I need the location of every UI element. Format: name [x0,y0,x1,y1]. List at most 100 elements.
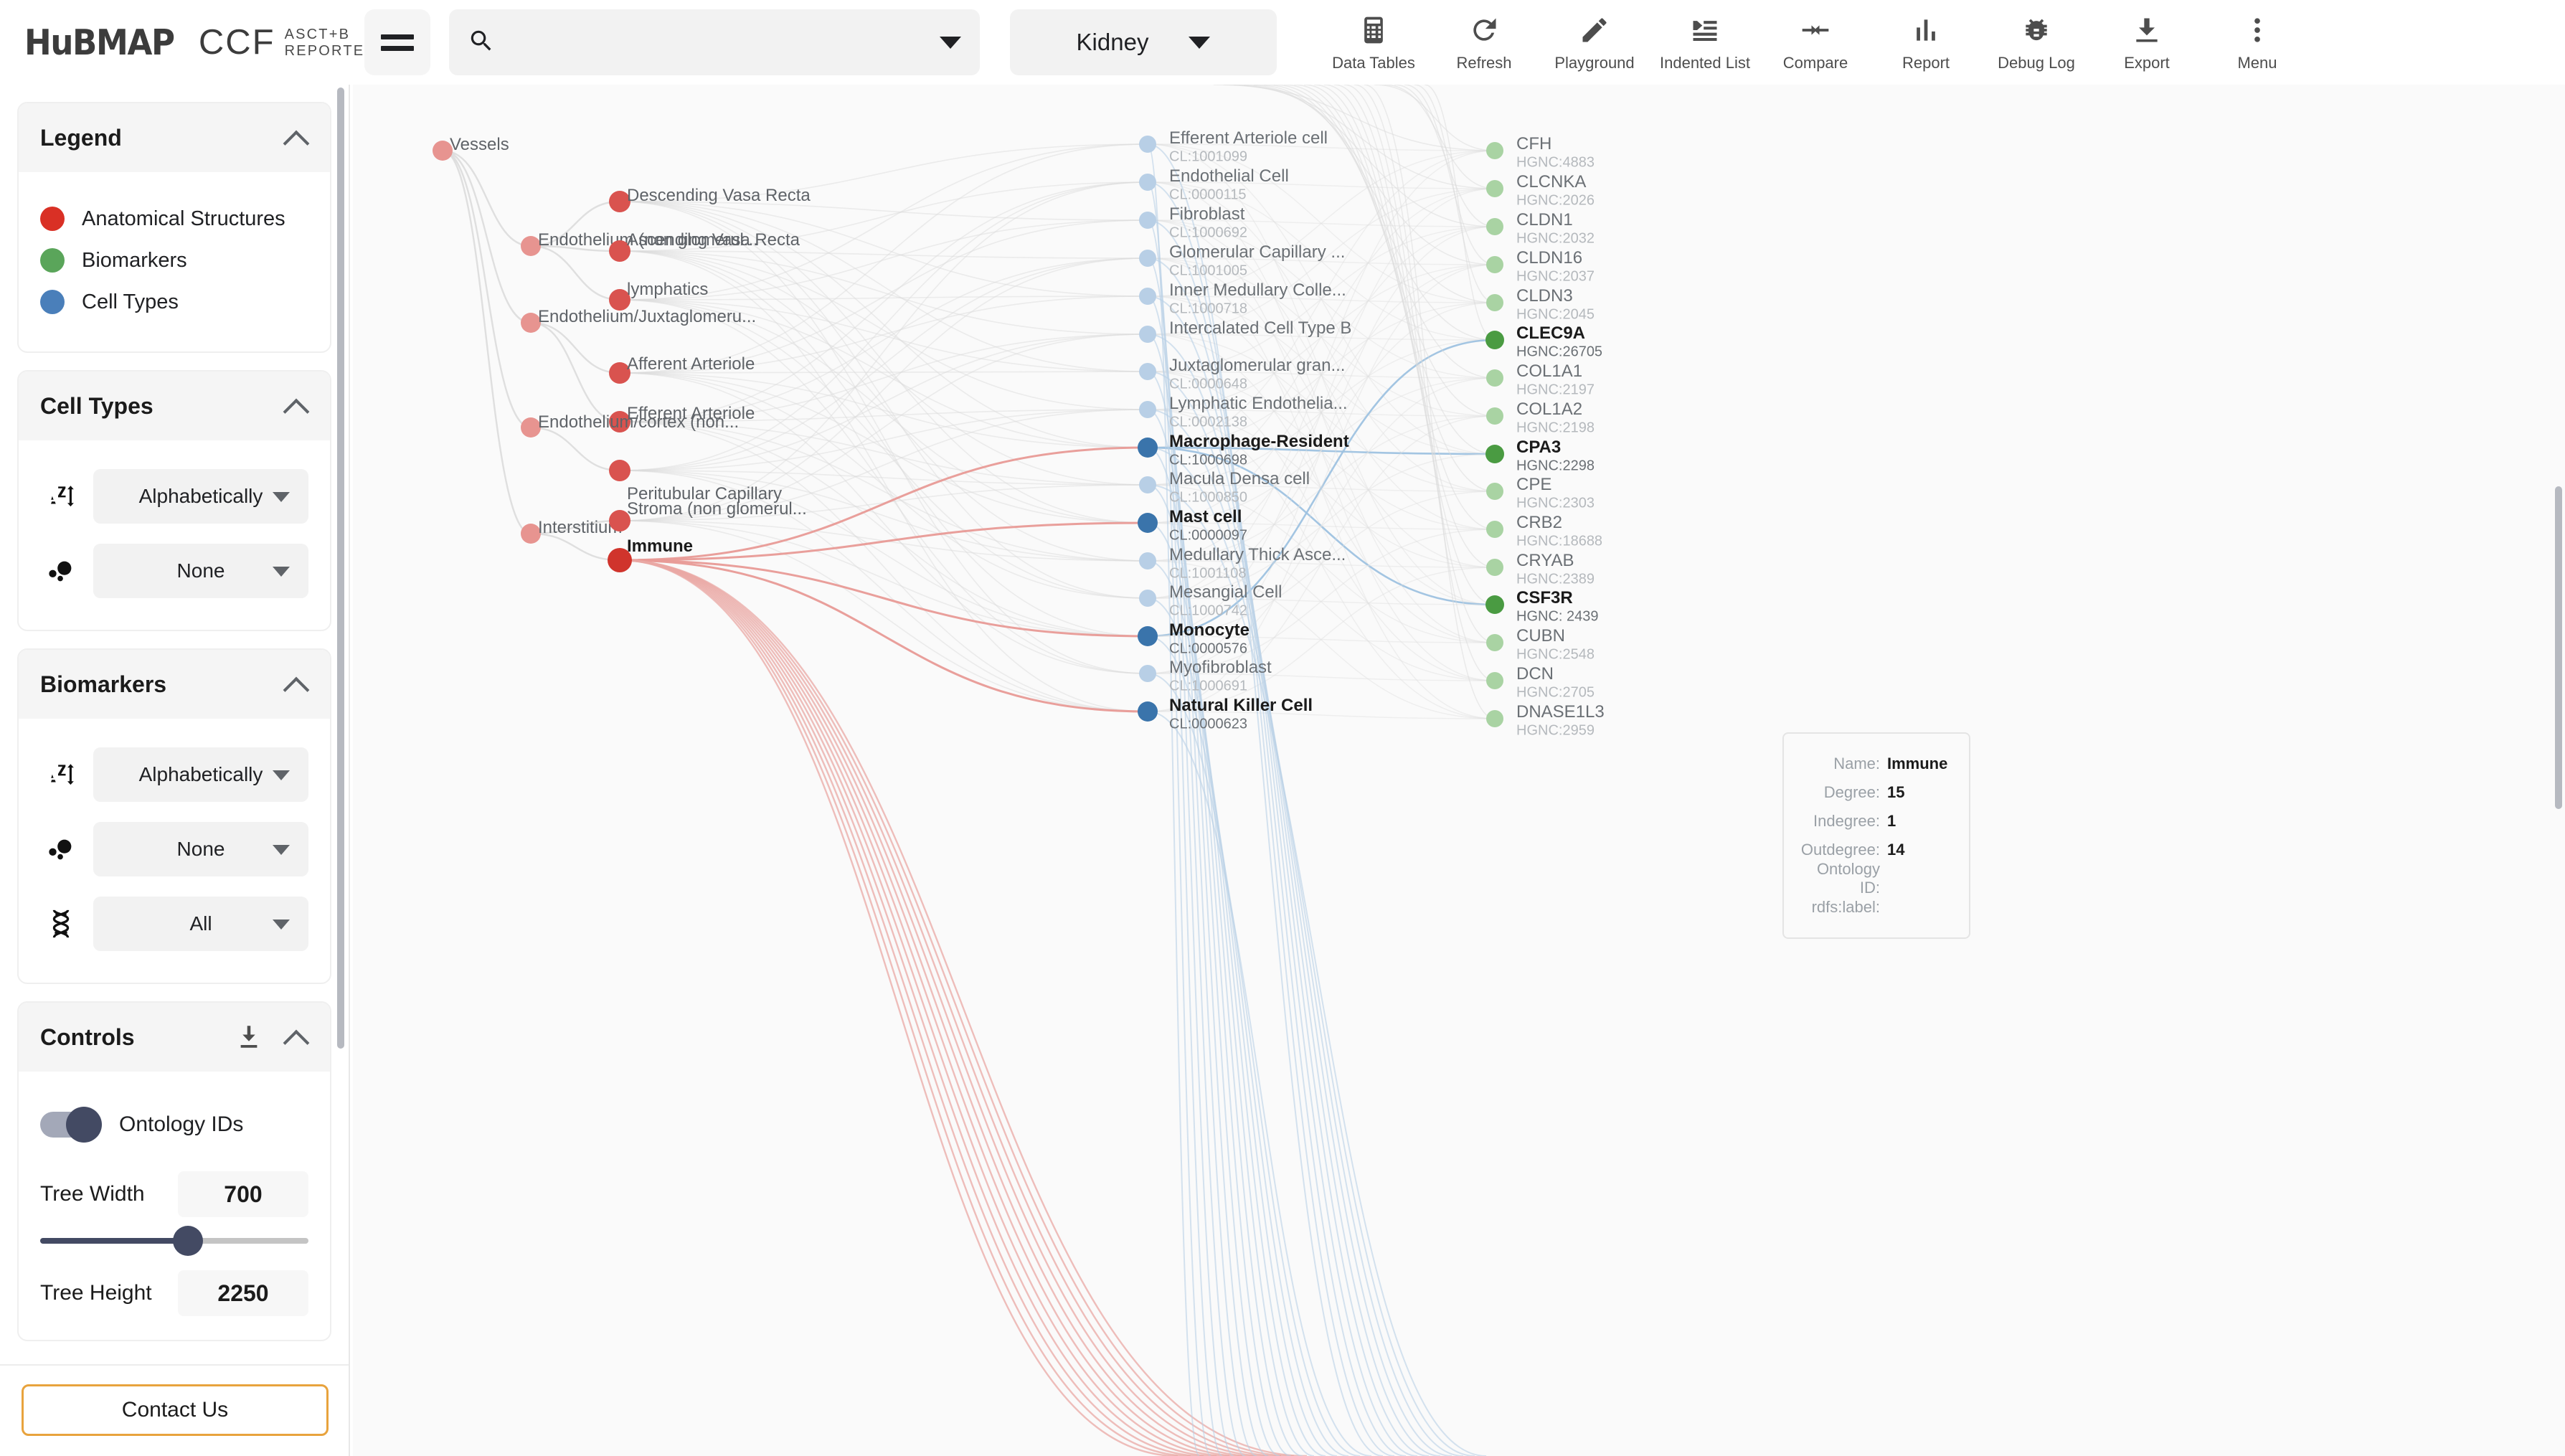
graph-edge [619,520,1148,712]
graph-edge [530,321,620,423]
contact-us-button[interactable]: Contact Us [22,1384,329,1436]
graph-edge [619,201,1148,674]
cell-types-panel-header[interactable]: Cell Types [19,372,330,440]
hamburger-icon[interactable] [364,9,430,75]
download-icon[interactable] [234,1022,264,1052]
node-bullet[interactable] [1139,665,1156,682]
node-bullet[interactable] [1138,513,1158,533]
cell-types-size-select[interactable]: None [93,544,308,598]
node-bullet[interactable] [1486,294,1503,311]
chevron-up-icon[interactable] [284,394,308,418]
node-label: Glomerular Capillary ... [1169,242,1346,262]
node-bullet[interactable] [1485,445,1504,463]
node-label: Mesangial Cell [1169,582,1282,602]
node-bullet[interactable] [1139,401,1156,418]
node-bullet[interactable] [1486,521,1503,538]
data-tables-button[interactable]: Data Tables [1318,5,1429,80]
node-bullet[interactable] [1139,288,1156,305]
slider-thumb[interactable] [172,1226,203,1256]
biomarkers-sort-select[interactable]: Alphabetically [93,747,308,802]
node-bullet[interactable] [1139,552,1156,569]
graph-edge [619,421,1148,637]
debug-log-button[interactable]: Debug Log [1981,5,2092,80]
ontology-ids-row: Ontology IDs [40,1090,308,1159]
node-bullet[interactable] [1486,710,1503,727]
node-bullet[interactable] [1486,180,1503,197]
legend-item-cell-types: Cell Types [40,281,308,323]
chevron-up-icon[interactable] [284,1025,308,1049]
node-bullet[interactable] [1486,634,1503,651]
indented-list-button[interactable]: Indented List [1650,5,1760,80]
node-ontology-id: HGNC:2032 [1516,230,1595,247]
node-bullet[interactable] [1486,407,1503,425]
node-bullet[interactable] [1139,174,1156,191]
app-logo[interactable]: HuBMAP CCF ASCT+B REPORTER [0,0,375,85]
chevron-up-icon[interactable] [284,126,308,150]
legend-color-swatch [40,248,65,273]
node-bullet[interactable] [1486,218,1503,235]
biomarkers-size-select[interactable]: None [93,822,308,876]
tree-height-value[interactable]: 2250 [178,1270,308,1316]
refresh-button[interactable]: Refresh [1429,5,1539,80]
tooltip-row: rdfs:label: [1794,893,1953,922]
node-bullet[interactable] [1138,701,1158,722]
node-bullet[interactable] [1139,363,1156,380]
hamburger-bar [381,34,414,39]
node-bullet[interactable] [1486,483,1503,500]
node-bullet[interactable] [1485,595,1504,614]
biomarkers-panel-header[interactable]: Biomarkers [19,650,330,719]
node-bullet[interactable] [1138,626,1158,646]
cell-types-sort-select[interactable]: Alphabetically [93,469,308,524]
controls-panel-header[interactable]: Controls [19,1003,330,1072]
graph-canvas[interactable]: Vessels Endothelium (non glomerul... Desce… [353,85,2565,1456]
export-button[interactable]: Export [2092,5,2202,80]
playground-button[interactable]: Playground [1539,5,1650,80]
tooltip-value: 15 [1887,783,1905,801]
controls-panel-body: Ontology IDs Tree Width 700 Tree Height [19,1072,330,1340]
node-bullet[interactable] [1486,672,1503,689]
tree-width-value[interactable]: 700 [178,1171,308,1217]
graph-edge [530,245,620,301]
node-bullet[interactable] [1486,369,1503,387]
node-tooltip: Name: Immune Degree: 15 Indegree: 1 Outdegree:… [1782,732,1970,939]
report-button[interactable]: Report [1871,5,1981,80]
biomarkers-type-select[interactable]: All [93,897,308,951]
search-input[interactable] [509,30,940,55]
node-bullet[interactable] [1485,331,1504,349]
node-bullet[interactable] [1138,438,1158,458]
ontology-ids-toggle[interactable] [40,1107,102,1143]
legend-panel: Legend Anatomical Structures Biomarkers … [17,102,331,353]
chevron-down-icon[interactable] [940,36,961,49]
node-label: Juxtaglomerular gran... [1169,356,1346,375]
legend-panel-header[interactable]: Legend [19,103,330,172]
tree-height-head: Tree Height 2250 [40,1268,308,1318]
graph-edge [530,426,620,472]
sidebar-scrollbar[interactable] [337,88,344,1049]
tree-width-slider[interactable] [40,1226,308,1256]
node-label: CLDN3 [1516,286,1573,306]
node-bullet[interactable] [1486,256,1503,273]
overflow-menu-button[interactable]: Menu [2202,5,2313,80]
chevron-up-icon[interactable] [284,672,308,696]
node-bullet[interactable] [1486,559,1503,576]
node-label: Descending Vasa Recta [627,186,811,205]
node-bullet[interactable] [1139,326,1156,343]
node-bullet[interactable] [1139,212,1156,229]
node-ontology-id: CL:0000097 [1169,527,1247,544]
search-field-wrapper[interactable] [449,9,980,75]
compare-button[interactable]: Compare [1760,5,1871,80]
node-ontology-id: HGNC: 2439 [1516,608,1599,625]
legend-title: Legend [40,124,122,151]
node-label: Myofibroblast [1169,658,1272,677]
data-tables-label: Data Tables [1332,54,1415,72]
organ-selector[interactable]: Kidney [1010,9,1277,75]
node-bullet[interactable] [609,460,630,481]
node-bullet[interactable] [1139,476,1156,493]
node-bullet[interactable] [1139,136,1156,153]
node-bullet[interactable] [1486,142,1503,159]
node-bullet[interactable] [1139,250,1156,267]
node-bullet[interactable] [1139,590,1156,607]
cell-types-panel: Cell Types Alphabetically None [17,370,331,631]
canvas-scrollbar[interactable] [2555,486,2562,809]
tooltip-value: Immune [1887,755,1948,772]
